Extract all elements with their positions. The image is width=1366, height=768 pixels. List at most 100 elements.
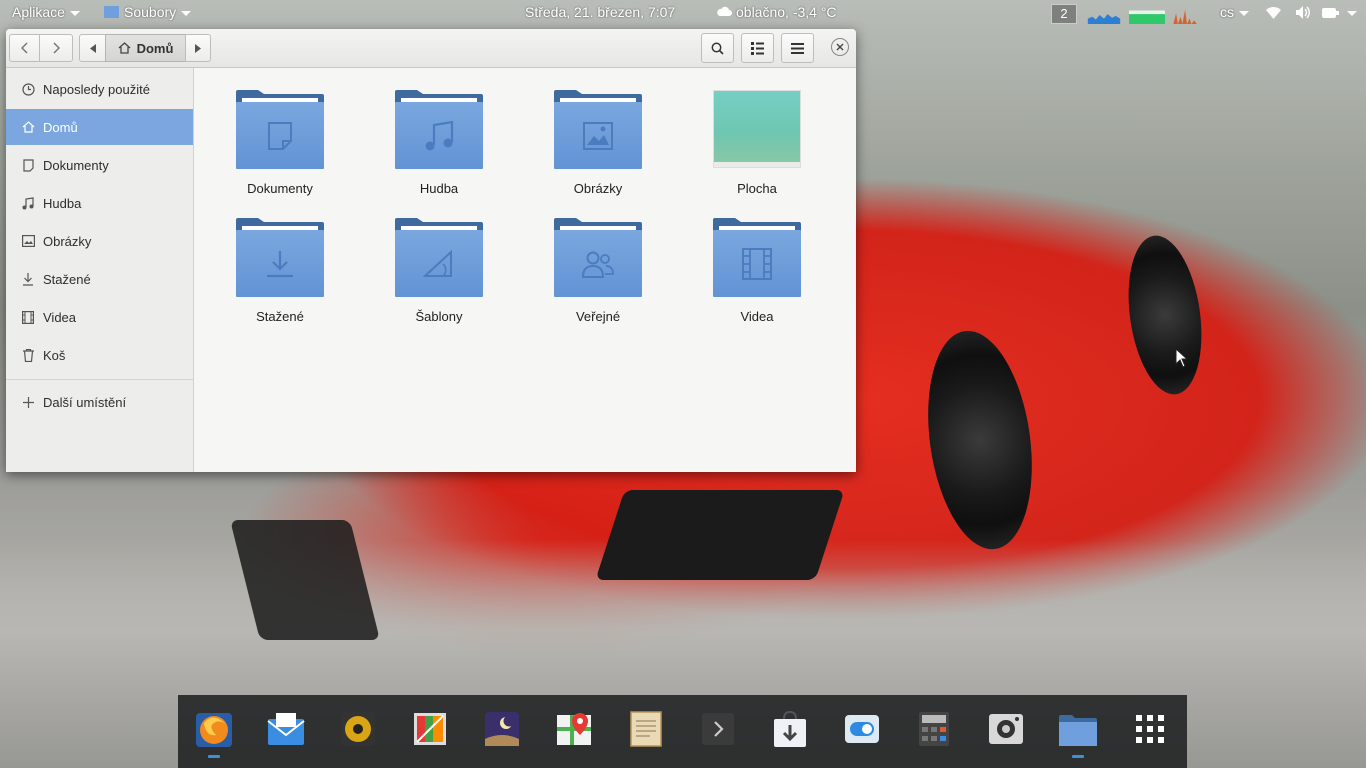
- keyboard-layout-menu[interactable]: cs: [1220, 4, 1249, 20]
- firefox-icon[interactable]: [194, 709, 234, 749]
- forward-button[interactable]: [39, 34, 73, 62]
- sidebar-item-label: Stažené: [43, 271, 91, 287]
- folder-item-documents[interactable]: Dokumenty: [215, 80, 345, 200]
- weather-indicator[interactable]: oblačno, -3,4 °C: [716, 4, 837, 20]
- system-menu-button[interactable]: [1342, 4, 1357, 20]
- folder-label: Stažené: [256, 309, 304, 324]
- download-icon: [20, 271, 36, 287]
- desktop-thumbnail: [713, 90, 801, 168]
- videos-folder-icon: [713, 218, 801, 297]
- sidebar-item-label: Hudba: [43, 195, 82, 211]
- photos-icon[interactable]: [410, 709, 450, 749]
- triangle-left-icon: [89, 43, 96, 53]
- folder-item-public[interactable]: Veřejné: [533, 208, 663, 328]
- sidebar-item-music[interactable]: Hudba: [6, 185, 193, 221]
- sidebar-item-other-locations[interactable]: Další umístění: [6, 384, 193, 420]
- sidebar-item-downloads[interactable]: Stažené: [6, 261, 193, 297]
- sidebar-item-label: Další umístění: [43, 394, 127, 410]
- settings-toggle-icon[interactable]: [842, 709, 882, 749]
- path-bar-home[interactable]: Domů: [105, 34, 186, 62]
- home-icon: [118, 42, 131, 54]
- sidebar-separator: [6, 379, 193, 380]
- music-icon: [20, 195, 36, 211]
- night-sky-icon[interactable]: [482, 709, 522, 749]
- wallpaper-grille: [595, 490, 845, 580]
- home-icon: [20, 119, 36, 135]
- top-panel: Aplikace Soubory Středa, 21. březen, 7:0…: [0, 0, 1366, 26]
- image-icon: [20, 233, 36, 249]
- sidebar-item-trash[interactable]: Koš: [6, 337, 193, 373]
- path-scroll-right-button[interactable]: [185, 34, 211, 62]
- maps-icon[interactable]: [554, 709, 594, 749]
- applications-menu[interactable]: Aplikace: [12, 4, 80, 20]
- battery-icon[interactable]: [1322, 8, 1339, 18]
- chevron-right-icon: [53, 42, 60, 54]
- list-view-icon: [751, 41, 764, 55]
- terminal-icon[interactable]: [698, 709, 738, 749]
- headerbar: Domů: [6, 29, 856, 68]
- music-player-icon[interactable]: [338, 709, 378, 749]
- app-installer-icon[interactable]: [770, 709, 810, 749]
- folder-item-videos[interactable]: Videa: [692, 208, 822, 328]
- volume-icon[interactable]: [1296, 6, 1311, 19]
- folder-item-downloads[interactable]: Stažené: [215, 208, 345, 328]
- mouse-pointer-icon: [1175, 348, 1187, 368]
- folder-item-music[interactable]: Hudba: [374, 80, 504, 200]
- document-folder-icon: [236, 90, 324, 169]
- search-button[interactable]: [701, 33, 734, 63]
- workspace-indicator[interactable]: 2: [1051, 4, 1077, 24]
- notes-icon[interactable]: [626, 709, 666, 749]
- download-folder-icon: [236, 218, 324, 297]
- main-menu-button[interactable]: [781, 33, 814, 63]
- sidebar-item-videos[interactable]: Videa: [6, 299, 193, 335]
- chevron-down-icon: [1239, 10, 1249, 16]
- running-indicator: [208, 755, 220, 758]
- sidebar-item-label: Koš: [43, 347, 66, 363]
- sidebar-item-label: Dokumenty: [43, 157, 109, 173]
- app-grid-icon[interactable]: [1130, 709, 1170, 749]
- folder-item-desktop[interactable]: Plocha: [692, 80, 822, 200]
- public-folder-icon: [554, 218, 642, 297]
- chevron-down-icon: [1347, 10, 1357, 16]
- files-menu-label: Soubory: [124, 4, 177, 20]
- network-graph-icon[interactable]: [1172, 6, 1200, 24]
- close-icon: [836, 43, 844, 51]
- sidebar-item-pictures[interactable]: Obrázky: [6, 223, 193, 259]
- files-app-menu[interactable]: Soubory: [104, 4, 192, 20]
- sidebar-item-home[interactable]: Domů: [6, 109, 193, 145]
- sidebar-item-recent[interactable]: Naposledy použité: [6, 71, 193, 107]
- clock[interactable]: Středa, 21. březen, 7:07: [525, 4, 675, 20]
- memory-graph-icon[interactable]: [1127, 6, 1167, 24]
- wifi-icon[interactable]: [1266, 7, 1281, 19]
- folder-label: Šablony: [415, 309, 463, 324]
- folder-item-templates[interactable]: Šablony: [374, 208, 504, 328]
- pictures-folder-icon: [554, 90, 642, 169]
- folder-label: Videa: [740, 309, 774, 324]
- dock: [178, 695, 1187, 768]
- mail-icon[interactable]: [266, 709, 306, 749]
- document-icon: [20, 157, 36, 173]
- file-view: Dokumenty Hudba Obrázky Plocha Stažené Š…: [194, 68, 856, 472]
- sidebar-item-documents[interactable]: Dokumenty: [6, 147, 193, 183]
- sidebar-item-label: Videa: [43, 309, 77, 325]
- path-bar-home-label: Domů: [136, 40, 174, 56]
- camera-icon[interactable]: [986, 709, 1026, 749]
- window-close-button[interactable]: [831, 38, 849, 56]
- cpu-graph-icon[interactable]: [1086, 6, 1122, 24]
- folder-label: Dokumenty: [247, 181, 313, 196]
- back-button[interactable]: [9, 34, 40, 62]
- folder-item-pictures[interactable]: Obrázky: [533, 80, 663, 200]
- clock-icon: [20, 81, 36, 97]
- keyboard-layout-label: cs: [1220, 4, 1234, 20]
- music-folder-icon: [395, 90, 483, 169]
- file-manager-window: Domů Naposledy použité Domů Dokumenty Hu…: [6, 29, 856, 472]
- path-scroll-left-button[interactable]: [79, 34, 106, 62]
- files-icon[interactable]: [1058, 709, 1098, 749]
- sidebar-item-label: Naposledy použité: [43, 81, 150, 97]
- weather-text: oblačno, -3,4 °C: [736, 4, 837, 20]
- cloud-icon: [717, 6, 732, 16]
- templates-folder-icon: [395, 218, 483, 297]
- view-options-button[interactable]: [741, 33, 774, 63]
- folder-label: Obrázky: [573, 181, 623, 196]
- calculator-icon[interactable]: [914, 709, 954, 749]
